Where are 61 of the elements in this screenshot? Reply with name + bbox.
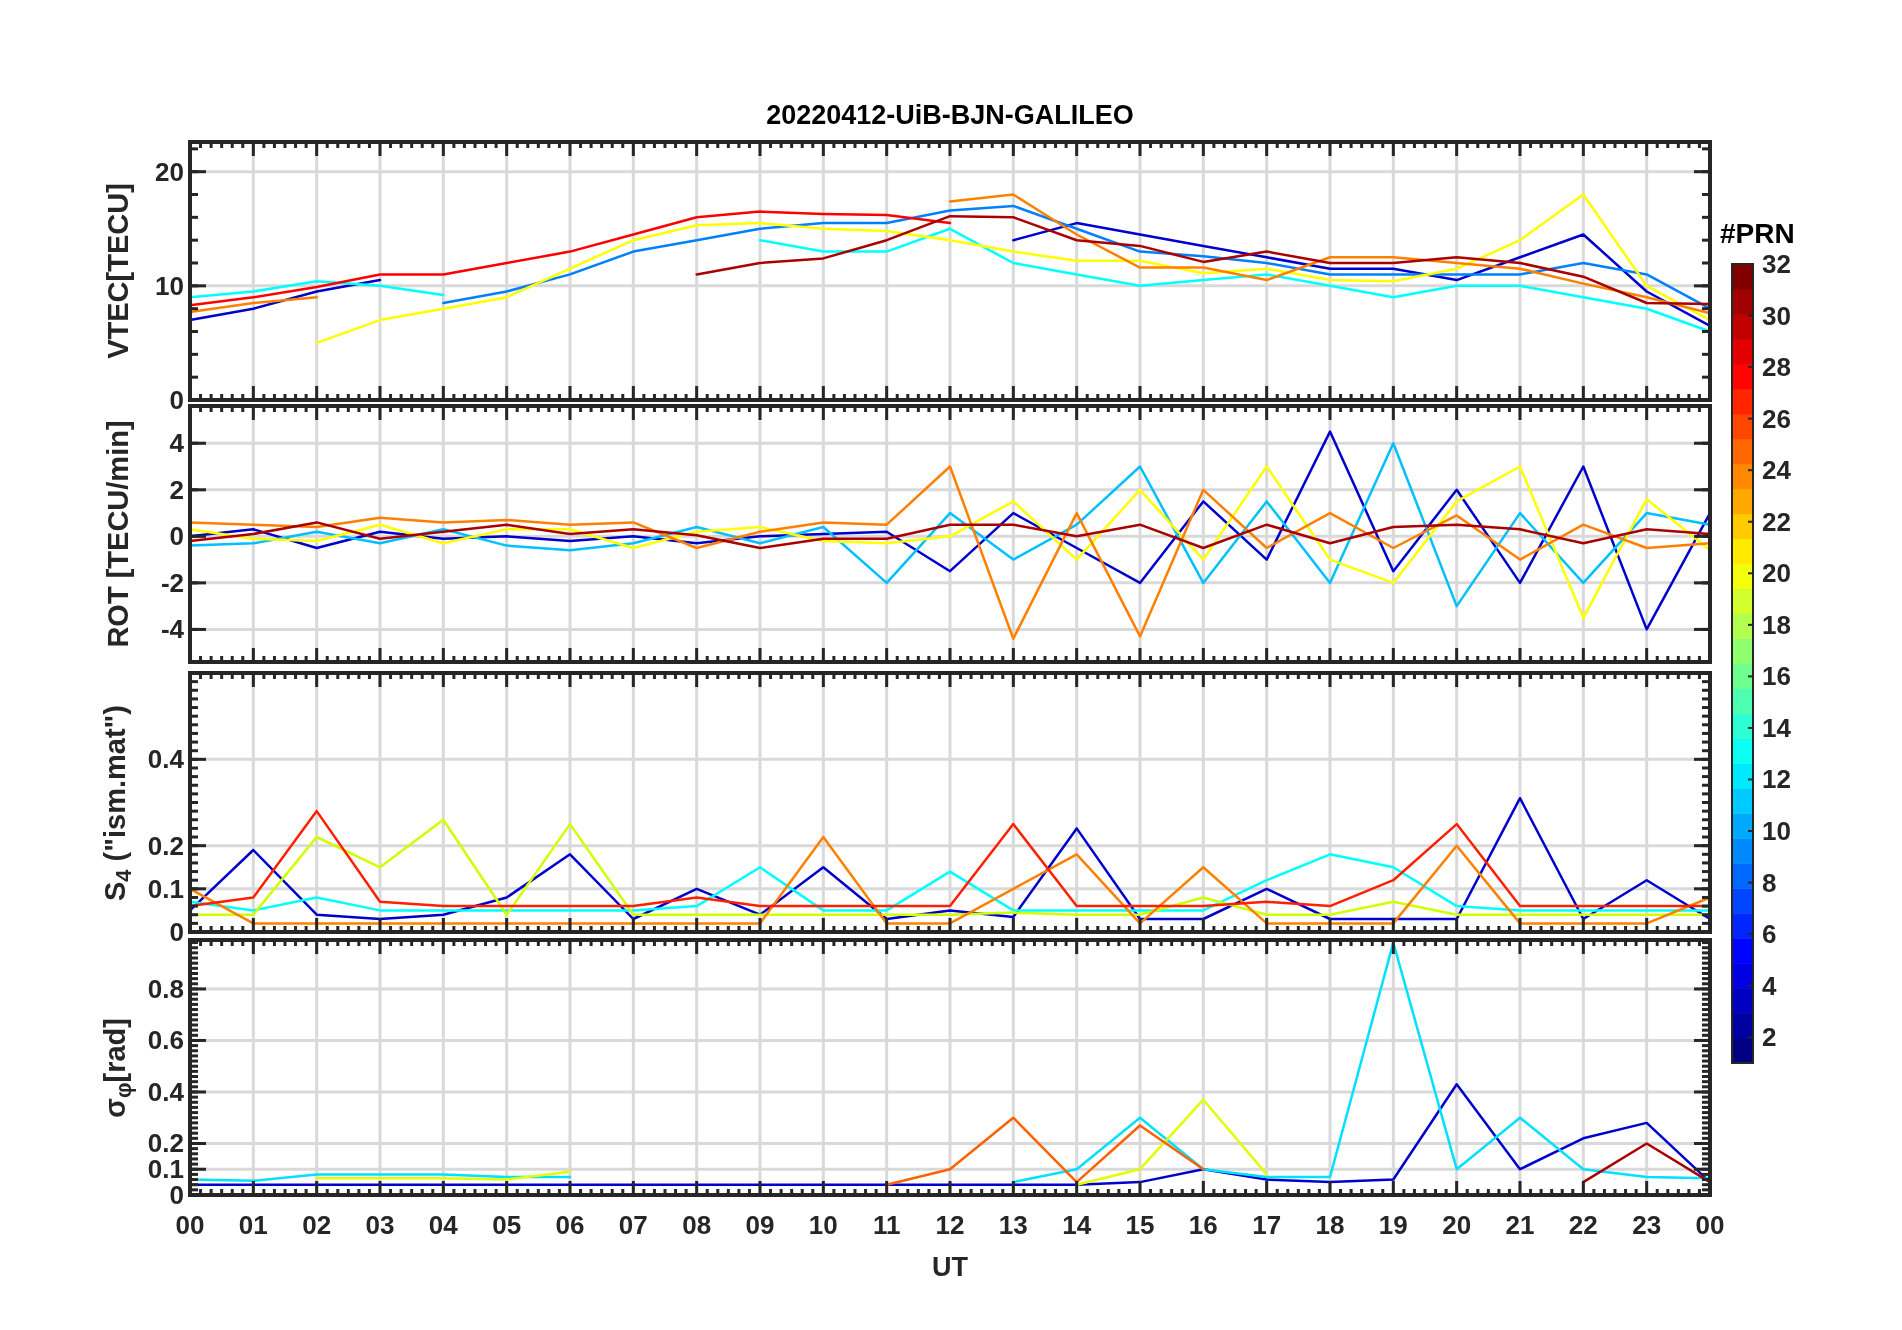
- colorbar-tick-label: 20: [1762, 557, 1791, 589]
- colorbar-title: #PRN: [1720, 218, 1795, 250]
- colorbar-tick-label: 14: [1762, 712, 1791, 744]
- x-tick-label: 11: [872, 1210, 901, 1241]
- colorbar-tick-label: 4: [1762, 970, 1777, 1002]
- y-tick-label: 0.4: [147, 743, 184, 775]
- y-tick-label: 0: [169, 520, 184, 552]
- colorbar-tick-label: 2: [1762, 1021, 1777, 1053]
- y-axis-label: ROT [TECU/min]: [101, 420, 135, 648]
- x-tick-label: 07: [618, 1210, 648, 1241]
- y-tick-label: 0.4: [147, 1076, 184, 1108]
- x-tick-label: 01: [238, 1210, 268, 1241]
- y-tick-label: 20: [155, 156, 184, 188]
- colorbar-tick-label: 32: [1762, 248, 1791, 280]
- y-tick-label: -4: [160, 613, 184, 645]
- x-tick-label: 23: [1632, 1210, 1662, 1241]
- x-tick-label: 20: [1442, 1210, 1472, 1241]
- colorbar-tick-label: 30: [1762, 300, 1791, 332]
- colorbar-tick-label: 22: [1762, 506, 1791, 538]
- colorbar-tick-label: 18: [1762, 609, 1791, 641]
- colorbar-tick-label: 6: [1762, 918, 1777, 950]
- chart-title: 20220412-UiB-BJN-GALILEO: [766, 100, 1134, 131]
- y-axis-label: VTEC[TECU]: [101, 183, 135, 359]
- colorbar-tick-label: 10: [1762, 815, 1791, 847]
- colorbar-tick-label: 26: [1762, 403, 1791, 435]
- x-tick-label: 18: [1315, 1210, 1345, 1241]
- y-tick-label: -2: [160, 567, 184, 599]
- colorbar-tick-label: 28: [1762, 351, 1791, 383]
- x-tick-label: 10: [808, 1210, 838, 1241]
- x-tick-label: 05: [492, 1210, 522, 1241]
- y-tick-label: 0.6: [147, 1024, 184, 1056]
- x-tick-label: 08: [682, 1210, 712, 1241]
- colorbar-tick-label: 24: [1762, 454, 1791, 486]
- x-tick-label: 17: [1252, 1210, 1282, 1241]
- y-tick-label: 0.1: [147, 873, 184, 905]
- x-tick-label: 02: [302, 1210, 332, 1241]
- y-tick-label: 0.2: [147, 830, 184, 862]
- x-tick-label: 19: [1378, 1210, 1408, 1241]
- y-tick-label: 0: [169, 384, 184, 416]
- colorbar-tick-label: 12: [1762, 763, 1791, 795]
- y-tick-label: 4: [169, 427, 184, 459]
- x-tick-label: 21: [1505, 1210, 1535, 1241]
- y-tick-label: 0: [169, 916, 184, 948]
- y-tick-label: 2: [169, 474, 184, 506]
- x-tick-label: 16: [1188, 1210, 1218, 1241]
- x-tick-label: 15: [1125, 1210, 1155, 1241]
- x-tick-label: 04: [428, 1210, 458, 1241]
- x-tick-label: 13: [998, 1210, 1028, 1241]
- y-tick-label: 10: [155, 270, 184, 302]
- x-tick-label: 06: [555, 1210, 585, 1241]
- colorbar-tick-label: 16: [1762, 660, 1791, 692]
- x-tick-label: 00: [1695, 1210, 1725, 1241]
- x-tick-label: 09: [745, 1210, 775, 1241]
- x-tick-label: 00: [175, 1210, 205, 1241]
- x-tick-label: 12: [935, 1210, 965, 1241]
- x-tick-label: 03: [365, 1210, 395, 1241]
- y-tick-label: 0.8: [147, 973, 184, 1005]
- x-axis-label: UT: [932, 1252, 968, 1283]
- x-tick-label: 22: [1568, 1210, 1598, 1241]
- colorbar-tick-label: 8: [1762, 867, 1777, 899]
- x-tick-label: 14: [1062, 1210, 1092, 1241]
